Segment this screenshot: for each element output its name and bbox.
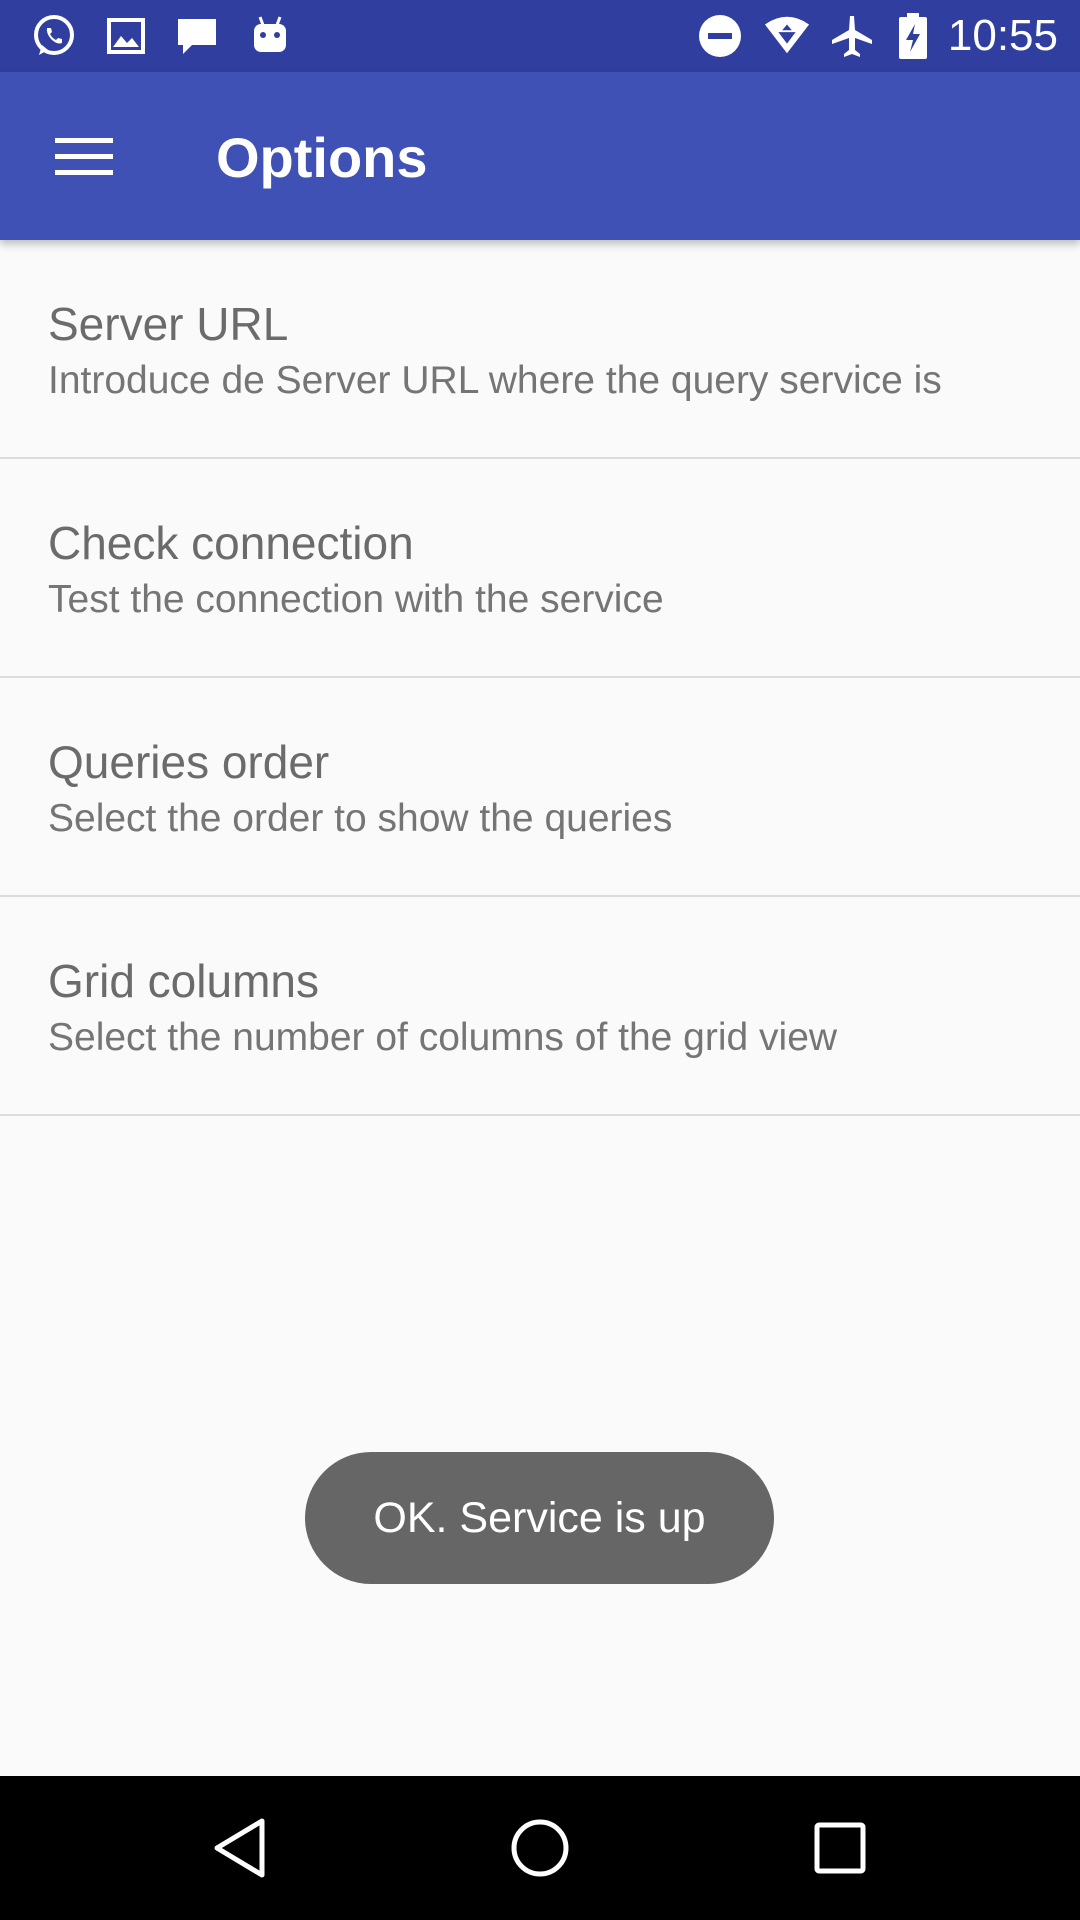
preference-check-connection[interactable]: Check connection Test the connection wit… <box>0 459 1080 678</box>
clock: 10:55 <box>947 11 1058 60</box>
preference-summary: Introduce de Server URL where the query … <box>48 359 942 402</box>
preference-grid-columns[interactable]: Grid columns Select the number of column… <box>0 897 1080 1116</box>
home-button[interactable] <box>480 1796 600 1900</box>
preference-server-url[interactable]: Server URL Introduce de Server URL where… <box>0 240 1080 459</box>
battery-charging-icon <box>889 12 937 60</box>
back-icon <box>214 1818 265 1878</box>
toast-message: OK. Service is up <box>305 1452 774 1584</box>
preference-queries-order[interactable]: Queries order Select the order to show t… <box>0 678 1080 897</box>
airplane-mode-icon <box>828 12 876 60</box>
recents-button[interactable] <box>780 1796 900 1900</box>
home-icon <box>511 1819 569 1877</box>
recents-icon <box>814 1822 866 1874</box>
preference-summary: Select the order to show the queries <box>48 797 673 840</box>
wifi-icon <box>763 12 811 60</box>
navigation-menu-button[interactable] <box>28 106 140 206</box>
preference-title: Grid columns <box>48 955 319 1007</box>
preference-title: Server URL <box>48 298 289 350</box>
message-icon <box>173 12 221 60</box>
status-bar: 10:55 <box>0 0 1080 72</box>
preference-title: Queries order <box>48 736 330 788</box>
preference-title: Check connection <box>48 517 414 569</box>
page-title: Options <box>216 126 428 189</box>
app-bar: Options <box>0 72 1080 240</box>
do-not-disturb-icon <box>696 12 744 60</box>
image-icon <box>102 12 150 60</box>
hamburger-menu-icon <box>55 138 113 175</box>
android-icon <box>246 12 294 60</box>
preference-summary: Test the connection with the service <box>48 578 664 621</box>
whatsapp-icon <box>30 12 78 60</box>
preference-list: Server URL Introduce de Server URL where… <box>0 240 1080 1116</box>
preference-summary: Select the number of columns of the grid… <box>48 1016 838 1059</box>
back-button[interactable] <box>180 1796 300 1900</box>
system-navigation-bar <box>0 1776 1080 1920</box>
